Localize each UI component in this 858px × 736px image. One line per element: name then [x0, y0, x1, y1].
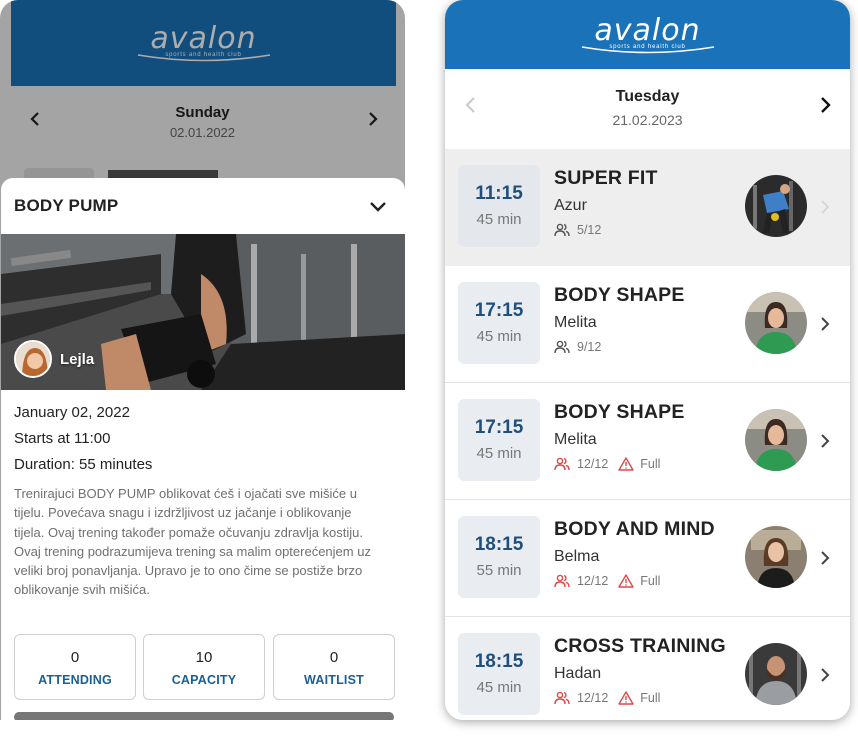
time-box: 18:15 55 min	[458, 516, 540, 598]
trainer-avatar-image	[16, 342, 50, 376]
capacity-count: 12/12	[577, 574, 609, 588]
chevron-right-icon	[821, 200, 830, 214]
warning-icon	[618, 457, 634, 471]
class-name: BODY SHAPE	[554, 284, 685, 306]
capacity-count: 9/12	[577, 340, 602, 354]
class-duration: 45 min	[476, 445, 522, 462]
class-duration: 45 min	[476, 328, 522, 345]
capacity-count: 12/12	[577, 691, 609, 705]
warning-icon	[618, 691, 634, 705]
trainer-avatar	[14, 340, 52, 378]
chevron-right-icon	[821, 434, 830, 448]
book-button[interactable]	[14, 712, 394, 720]
day-date: 21.02.2023	[612, 112, 683, 128]
class-time: 17:15	[474, 417, 524, 438]
users-icon	[554, 223, 570, 237]
trainer-avatar-image	[745, 643, 807, 705]
class-capacity: 12/12 Full	[554, 457, 660, 471]
trainer-avatar-image	[745, 292, 807, 354]
chevron-right-icon	[821, 668, 830, 682]
class-photo: Lejla	[1, 234, 405, 390]
class-row[interactable]: 17:15 45 min BODY SHAPE Melita 9/12	[445, 266, 850, 383]
trainer-name: Lejla	[60, 350, 95, 368]
time-box: 17:15 45 min	[458, 282, 540, 364]
class-time: 17:15	[474, 300, 524, 321]
logo-wordmark: avalon	[594, 12, 701, 48]
capacity-label: CAPACITY	[171, 673, 237, 687]
class-description: Trenirajuci BODY PUMP oblikovat ćeš i oj…	[14, 486, 371, 598]
users-full-icon	[554, 574, 570, 588]
app-header: avalon sports and health club	[445, 0, 850, 69]
class-time: 18:15	[474, 534, 524, 555]
class-trainer: Melita	[554, 314, 597, 331]
waitlist-stat[interactable]: 0 WAITLIST	[273, 634, 395, 700]
class-trainer: Hadan	[554, 665, 602, 682]
time-box: 18:15 45 min	[458, 633, 540, 715]
class-duration: 45 min	[476, 679, 522, 696]
class-duration: 45 min	[476, 211, 522, 228]
class-name: BODY SHAPE	[554, 401, 685, 423]
chevron-down-icon[interactable]	[367, 196, 389, 218]
trainer-avatar	[745, 409, 807, 471]
class-capacity: 5/12	[554, 223, 601, 237]
capacity-count: 12/12	[577, 457, 609, 471]
waitlist-label: WAITLIST	[304, 673, 364, 687]
class-capacity: 12/12 Full	[554, 574, 660, 588]
chevron-right-icon	[821, 551, 830, 565]
class-title: BODY PUMP	[14, 196, 119, 215]
class-time: 11:15	[475, 183, 523, 204]
users-full-icon	[554, 457, 570, 471]
class-duration: Duration: 55 minutes	[14, 456, 153, 473]
class-duration: 55 min	[476, 562, 522, 579]
trainer-avatar	[745, 175, 807, 237]
trainer-tag: Lejla	[14, 340, 94, 378]
attending-label: ATTENDING	[38, 673, 112, 687]
warning-icon	[618, 574, 634, 588]
avalon-logo: avalon sports and health club	[578, 12, 718, 54]
day-name: Tuesday	[615, 88, 680, 105]
users-icon	[554, 340, 570, 354]
class-row[interactable]: 11:15 45 min SUPER FIT Azur 5/12	[445, 149, 850, 266]
trainer-avatar	[745, 292, 807, 354]
left-screen: avalon sports and health club Sunday 02.…	[0, 0, 405, 720]
class-detail-sheet: BODY PUMP Lejla January 02, 2022 Starts …	[1, 178, 405, 720]
class-name: BODY AND MIND	[554, 518, 715, 540]
capacity-count: 10	[195, 649, 213, 666]
attending-stat[interactable]: 0 ATTENDING	[14, 634, 136, 700]
capacity-count: 5/12	[577, 223, 602, 237]
class-name: SUPER FIT	[554, 167, 658, 189]
attending-count: 0	[70, 649, 80, 666]
capacity-stat[interactable]: 10 CAPACITY	[143, 634, 265, 700]
time-box: 11:15 45 min	[458, 165, 540, 247]
class-name: CROSS TRAINING	[554, 635, 726, 657]
class-row[interactable]: 18:15 45 min CROSS TRAINING Hadan 12/12 …	[445, 617, 850, 720]
trainer-avatar-image	[745, 175, 807, 237]
trainer-avatar-image	[745, 526, 807, 588]
time-box: 17:15 45 min	[458, 399, 540, 481]
class-time: 18:15	[474, 651, 524, 672]
full-label: Full	[640, 457, 661, 471]
next-day-icon[interactable]	[817, 97, 833, 113]
class-date: January 02, 2022	[14, 404, 130, 421]
logo-swoosh-icon	[581, 45, 714, 53]
trainer-avatar	[745, 643, 807, 705]
chevron-right-icon	[821, 317, 830, 331]
class-trainer: Belma	[554, 548, 600, 565]
class-capacity: 9/12	[554, 340, 601, 354]
class-trainer: Azur	[554, 197, 587, 214]
class-trainer: Melita	[554, 431, 597, 448]
users-full-icon	[554, 691, 570, 705]
class-row[interactable]: 18:15 55 min BODY AND MIND Belma 12/12 F…	[445, 500, 850, 617]
date-navigator: Tuesday 21.02.2023	[445, 69, 850, 149]
class-start: Starts at 11:00	[14, 430, 111, 447]
class-capacity: 12/12 Full	[554, 691, 660, 705]
trainer-avatar	[745, 526, 807, 588]
waitlist-count: 0	[329, 649, 339, 666]
class-row[interactable]: 17:15 45 min BODY SHAPE Melita 12/12 Ful…	[445, 383, 850, 500]
full-label: Full	[640, 574, 661, 588]
right-screen: avalon sports and health club Tuesday 21…	[445, 0, 850, 720]
trainer-avatar-image	[745, 409, 807, 471]
full-label: Full	[640, 691, 661, 705]
